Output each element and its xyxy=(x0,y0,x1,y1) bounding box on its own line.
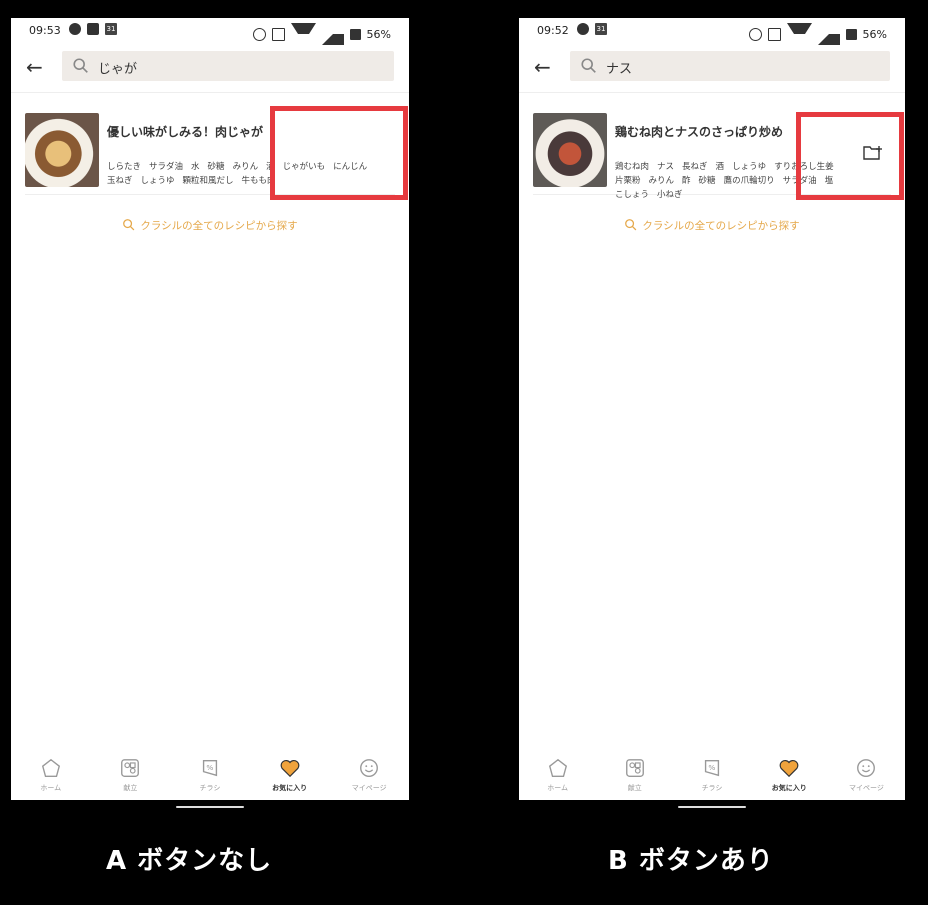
battery-icon xyxy=(349,28,361,40)
highlight-box-a xyxy=(270,106,408,200)
nav-mypage[interactable]: マイページ xyxy=(828,748,905,800)
menu-plan-icon xyxy=(625,759,644,777)
signal-icon xyxy=(817,23,840,45)
vibrate-icon xyxy=(767,27,781,41)
nav-menu-plan[interactable]: 献立 xyxy=(91,748,171,800)
app-bar: ← ナス xyxy=(519,44,905,93)
calendar-icon: 31 xyxy=(595,23,607,35)
smiley-icon xyxy=(857,759,876,777)
highlight-box-b xyxy=(796,112,904,200)
battery-level: 56% xyxy=(862,27,887,41)
app-bar: ← じゃが xyxy=(11,44,409,93)
battery-icon xyxy=(845,28,857,40)
bottom-nav: ホーム 献立 % チラシ お気に入り マイページ xyxy=(519,748,905,800)
search-icon xyxy=(123,219,135,231)
alarm-icon xyxy=(748,27,762,41)
status-bar: 09:52 31 56% xyxy=(519,18,905,45)
caption-a: A ボタンなし xyxy=(106,846,273,876)
smiley-icon xyxy=(360,759,379,777)
bottom-nav: ホーム 献立 % チラシ お気に入り マイページ xyxy=(11,748,409,800)
nav-home[interactable]: ホーム xyxy=(519,748,596,800)
search-query: じゃが xyxy=(98,62,138,77)
status-time: 09:53 xyxy=(29,24,61,37)
calendar-icon: 31 xyxy=(105,23,117,35)
flyer-icon: % xyxy=(202,759,218,777)
signal-icon xyxy=(321,23,344,45)
spotify-icon xyxy=(69,23,81,35)
alarm-icon xyxy=(252,27,266,41)
nav-flyer[interactable]: % チラシ xyxy=(170,748,250,800)
search-query: ナス xyxy=(606,62,633,77)
search-icon xyxy=(581,58,596,73)
search-icon xyxy=(625,219,637,231)
heart-icon xyxy=(280,760,299,778)
recipe-thumbnail xyxy=(533,113,607,187)
menu-plan-icon xyxy=(121,759,140,777)
status-time: 09:52 xyxy=(537,24,569,37)
recipe-thumbnail xyxy=(25,113,99,187)
search-input[interactable]: じゃが xyxy=(62,51,394,81)
back-arrow-icon[interactable]: ← xyxy=(26,56,48,78)
search-input[interactable]: ナス xyxy=(570,51,890,81)
nav-mypage[interactable]: マイページ xyxy=(329,748,409,800)
vibrate-icon xyxy=(271,27,285,41)
svg-text:%: % xyxy=(206,763,213,772)
search-all-recipes-link[interactable]: クラシルの全てのレシピから探す xyxy=(519,218,905,233)
search-all-recipes-link[interactable]: クラシルの全てのレシピから探す xyxy=(11,218,409,233)
home-icon xyxy=(548,758,567,777)
wifi-icon xyxy=(290,23,316,45)
nav-flyer[interactable]: % チラシ xyxy=(673,748,750,800)
nav-menu-plan[interactable]: 献立 xyxy=(596,748,673,800)
image-icon xyxy=(87,23,99,35)
gesture-bar xyxy=(678,806,746,808)
back-arrow-icon[interactable]: ← xyxy=(534,56,556,78)
battery-level: 56% xyxy=(366,27,391,41)
spotify-icon xyxy=(577,23,589,35)
nav-favorites[interactable]: お気に入り xyxy=(751,748,828,800)
svg-text:%: % xyxy=(708,763,715,772)
search-icon xyxy=(73,58,88,73)
recipe-title: 優しい味がしみる！肉じゃが xyxy=(107,125,264,139)
caption-b: B ボタンあり xyxy=(608,846,774,876)
nav-favorites[interactable]: お気に入り xyxy=(250,748,330,800)
wifi-icon xyxy=(786,23,812,45)
heart-icon xyxy=(779,760,799,778)
home-icon xyxy=(41,758,60,777)
gesture-bar xyxy=(176,806,244,808)
nav-home[interactable]: ホーム xyxy=(11,748,91,800)
recipe-title: 鶏むね肉とナスのさっぱり炒め xyxy=(615,125,784,139)
status-bar: 09:53 31 56% xyxy=(11,18,409,45)
flyer-icon: % xyxy=(704,759,720,777)
